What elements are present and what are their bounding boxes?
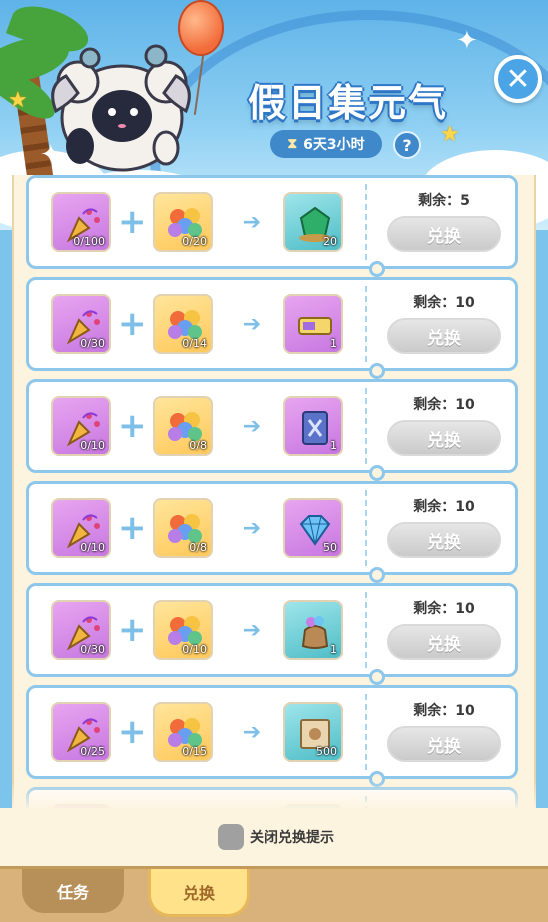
timer-text: 6天3小时 [303,137,365,153]
card-icon [302,411,328,445]
reward-item[interactable]: 50 [283,498,343,558]
item-count: 20 [323,235,337,248]
toggle-label: 关闭兑换提示 [250,830,334,846]
remaining-count: 剩余：10 [413,703,475,719]
arrow-right-icon: ➔ [242,516,262,541]
item-count: 1 [330,337,337,350]
item-count: 0/100 [73,235,105,248]
remaining-count: 剩余：10 [413,499,475,515]
checkbox[interactable] [218,824,244,850]
candy-bag-icon [301,616,329,649]
sparkle-icon: ✦ [456,26,478,56]
party-popper-item[interactable]: 0/30 [51,600,111,660]
exchange-button[interactable]: 兑换 [387,726,501,762]
arrow-right-icon: ➔ [242,414,262,439]
arrow-right-icon: ➔ [242,720,262,745]
exchange-button[interactable]: 兑换 [387,624,501,660]
sheep-mascot-icon [51,44,191,172]
arrow-right-icon: ➔ [242,210,262,235]
exchange-button[interactable]: 兑换 [387,420,501,456]
tab-exchange[interactable]: 兑换 [148,869,250,917]
reward-item[interactable]: 1 [283,294,343,354]
plus-icon: + [118,508,147,548]
exchange-row: 0/30 + 0/10 ➔ 1 剩余：10 兑换 [26,583,518,677]
remaining-count: 剩余：5 [418,193,470,209]
remaining-count: 剩余：10 [413,295,475,311]
card-joint [369,261,385,277]
arrow-right-icon: ➔ [242,312,262,337]
balloon-bunch-item[interactable]: 0/14 [153,294,213,354]
card-joint [369,465,385,481]
exchange-row: 0/100 + 0/20 ➔ 20 剩余：5 兑换 [26,175,518,269]
exchange-button[interactable]: 兑换 [387,522,501,558]
hourglass-icon: ⧗ [287,136,298,152]
item-count: 0/8 [189,439,207,452]
item-count: 0/15 [182,745,207,758]
party-popper-item[interactable]: 0/10 [51,498,111,558]
hide-exchange-tip-toggle[interactable]: 关闭兑换提示 [218,824,334,850]
exchange-row: 0/30 + 0/14 ➔ 1 剩余：10 兑换 [26,277,518,371]
balloon-bunch-item[interactable]: 0/10 [153,600,213,660]
item-count: 0/25 [80,745,105,758]
close-button[interactable]: ✕ [494,55,542,103]
item-count: 50 [323,541,337,554]
card-joint [369,567,385,583]
exchange-row: 0/10 + 0/8 ➔ 50 剩余：10 兑换 [26,481,518,575]
item-count: 1 [330,439,337,452]
exchange-button[interactable]: 兑换 [387,216,501,252]
item-count: 0/14 [182,337,207,350]
item-count: 0/10 [182,643,207,656]
remaining-count: 剩余：10 [413,397,475,413]
party-popper-item[interactable]: 0/10 [51,396,111,456]
event-timer: ⧗ 6天3小时 [270,130,382,158]
item-count: 0/8 [189,541,207,554]
sparkle-icon: ✦ [40,140,62,170]
balloon-bunch-item[interactable]: 0/15 [153,702,213,762]
exchange-button[interactable]: 兑换 [387,318,501,354]
item-count: 0/30 [80,643,105,656]
item-count: 0/30 [80,337,105,350]
item-count: 1 [330,643,337,656]
plus-icon: + [118,406,147,446]
remaining-count: 剩余：10 [413,601,475,617]
plus-icon: + [118,202,147,242]
list-fade [12,780,536,810]
reward-item[interactable]: 1 [283,396,343,456]
plus-icon: + [118,304,147,344]
party-popper-item[interactable]: 0/100 [51,192,111,252]
star-icon: ★ [8,88,28,113]
exchange-panel: 0/100 + 0/20 ➔ 20 剩余：5 兑换 0/30 + 0/14 ➔ … [12,175,536,875]
item-count: 0/10 [80,541,105,554]
balloon-bunch-item[interactable]: 0/20 [153,192,213,252]
tab-task[interactable]: 任务 [22,869,124,913]
close-icon: ✕ [505,61,531,97]
reward-item[interactable]: 500 [283,702,343,762]
plus-icon: + [118,610,147,650]
item-count: 0/20 [182,235,207,248]
exchange-row: 0/10 + 0/8 ➔ 1 剩余：10 兑换 [26,379,518,473]
ticket-icon [298,317,332,335]
balloon-bunch-item[interactable]: 0/8 [153,396,213,456]
help-button[interactable]: ? [393,131,421,159]
reward-item[interactable]: 1 [283,600,343,660]
card-joint [369,669,385,685]
item-count: 500 [316,745,337,758]
card-joint [369,363,385,379]
party-popper-item[interactable]: 0/25 [51,702,111,762]
reward-item[interactable]: 20 [283,192,343,252]
arrow-right-icon: ➔ [242,618,262,643]
exchange-row: 0/25 + 0/15 ➔ 500 剩余：10 兑换 [26,685,518,779]
event-title: 假日集元气 [247,81,448,125]
party-popper-item[interactable]: 0/30 [51,294,111,354]
tab-bar: 任务 兑换 [0,866,548,922]
item-count: 0/10 [80,439,105,452]
plus-icon: + [118,712,147,752]
balloon-bunch-item[interactable]: 0/8 [153,498,213,558]
